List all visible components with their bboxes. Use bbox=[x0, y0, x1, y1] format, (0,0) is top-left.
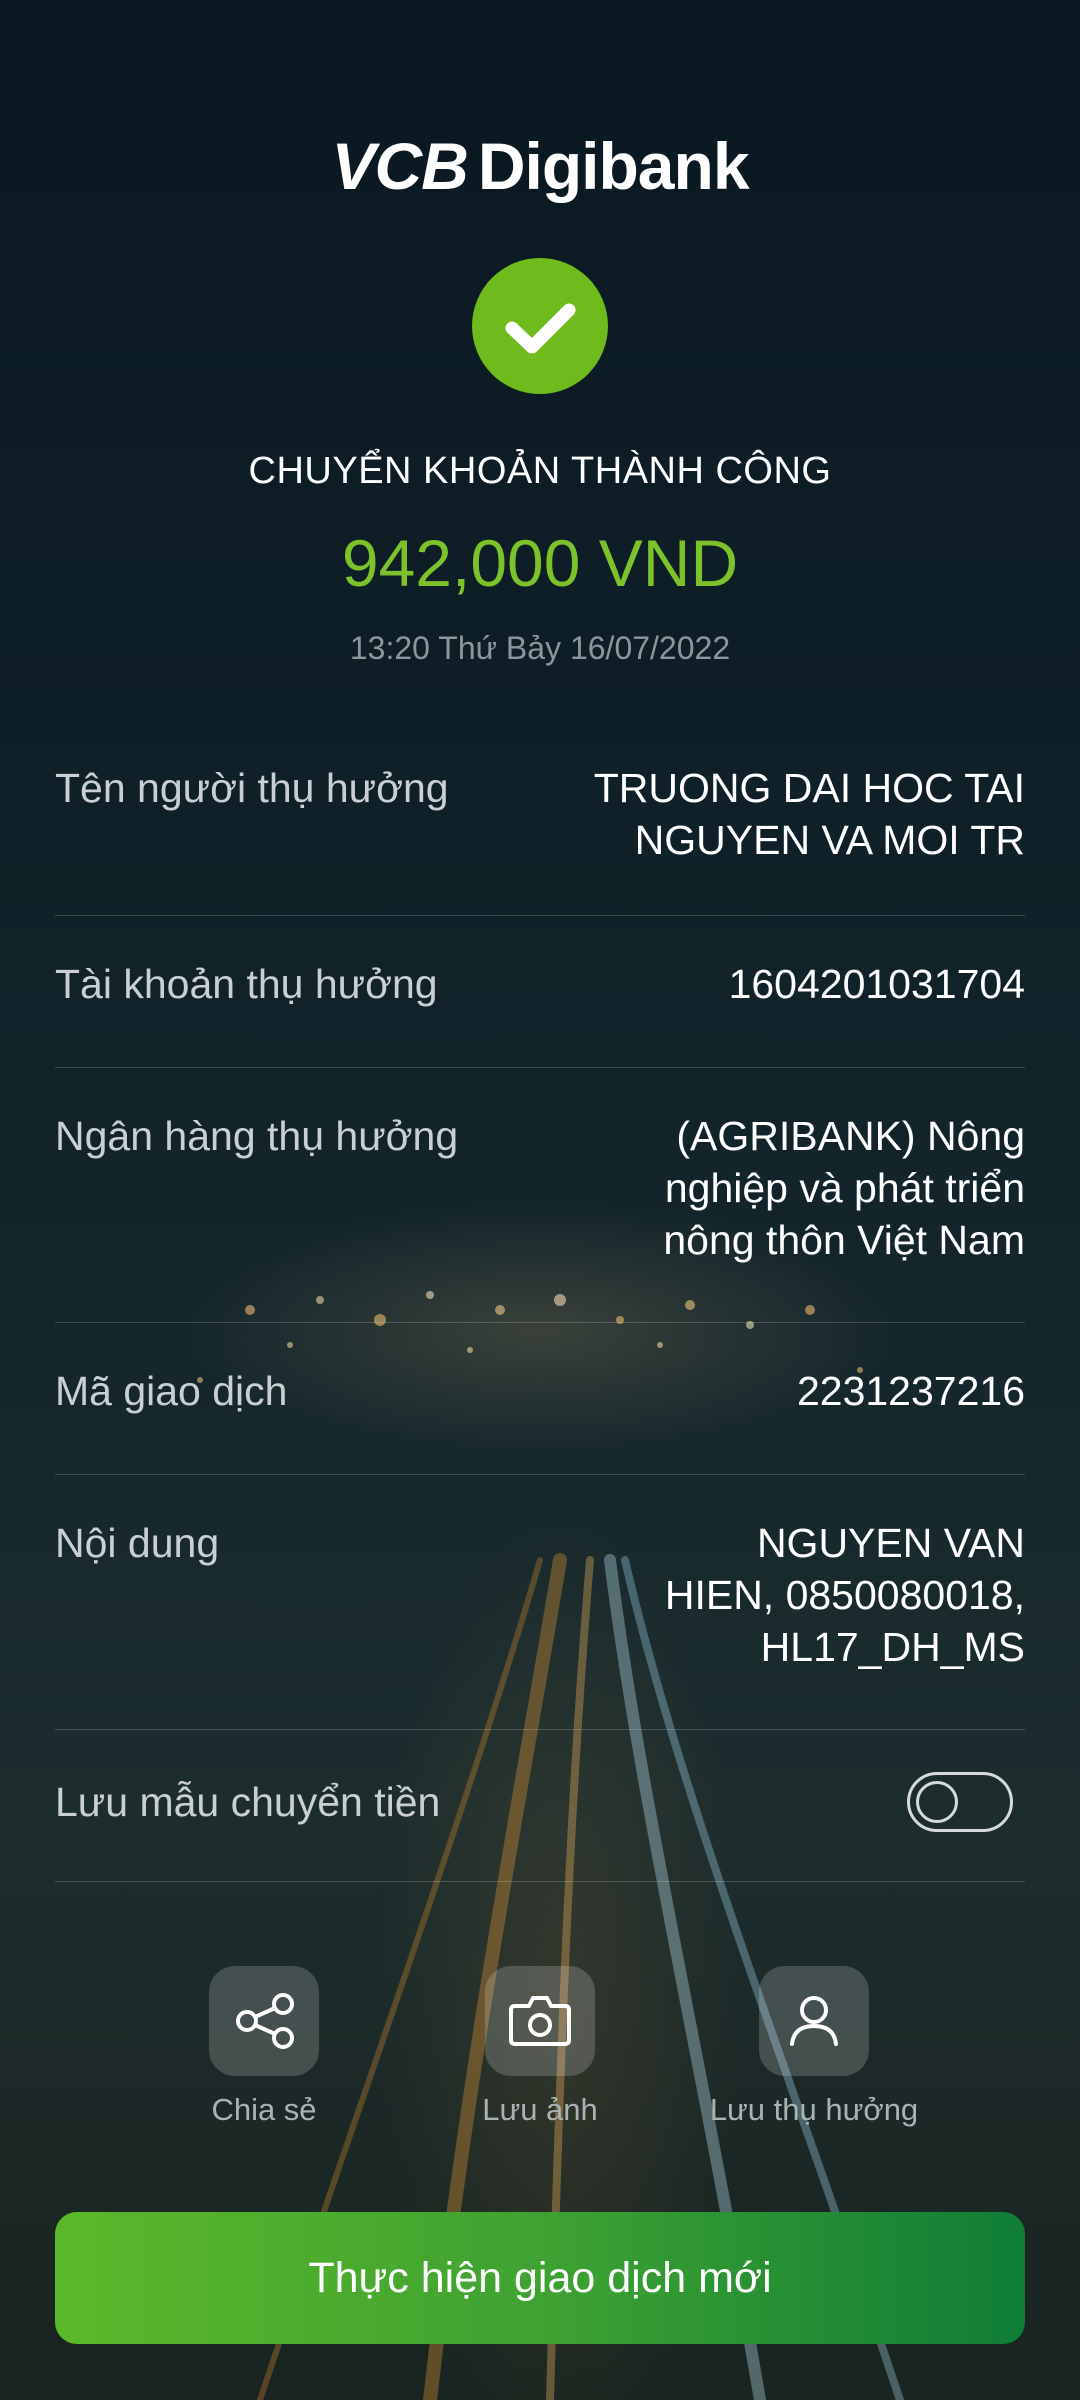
share-label: Chia sẻ bbox=[211, 2092, 317, 2127]
content-label: Nội dung bbox=[55, 1520, 220, 1566]
beneficiary-account-label: Tài khoản thụ hưởng bbox=[55, 961, 438, 1007]
status-title: CHUYỂN KHOẢN THÀNH CÔNG bbox=[248, 450, 832, 492]
detail-row-beneficiary-account: Tài khoản thụ hưởng 1604201031704 bbox=[55, 916, 1025, 1068]
user-icon bbox=[790, 1996, 838, 2046]
beneficiary-name-value: TRUONG DAI HOC TAI NGUYEN VA MOI TR bbox=[594, 762, 1025, 866]
beneficiary-name-line-1: TRUONG DAI HOC TAI bbox=[593, 765, 1025, 811]
detail-row-content: Nội dung NGUYEN VAN HIEN, 0850080018, HL… bbox=[55, 1475, 1025, 1730]
share-icon-box bbox=[209, 1966, 319, 2076]
logo-vcb-text: VCB bbox=[331, 129, 468, 203]
content-value: NGUYEN VAN HIEN, 0850080018, HL17_DH_MS bbox=[665, 1517, 1025, 1673]
transfer-amount: 942,000 VND bbox=[341, 526, 739, 600]
save-beneficiary-label: Lưu thụ hưởng bbox=[709, 2092, 919, 2127]
detail-row-beneficiary-bank: Ngân hàng thụ hưởng (AGRIBANK) Nông nghi… bbox=[55, 1068, 1025, 1323]
beneficiary-bank-line-3: nông thôn Việt Nam bbox=[663, 1217, 1025, 1263]
detail-row-save-template: Lưu mẫu chuyển tiền bbox=[55, 1730, 1025, 1882]
share-button[interactable]: Chia sẻ bbox=[134, 1966, 394, 2128]
transaction-code-label: Mã giao dịch bbox=[55, 1368, 288, 1414]
detail-row-transaction-code: Mã giao dịch 2231237216 bbox=[55, 1323, 1025, 1475]
save-template-toggle[interactable] bbox=[907, 1771, 1013, 1832]
check-icon bbox=[505, 303, 576, 354]
transfer-datetime: 13:20 Thứ Bảy 16/07/2022 bbox=[349, 630, 731, 666]
save-image-label: Lưu ảnh bbox=[482, 2092, 598, 2127]
action-bar: Chia sẻ Lưu ảnh Lưu thụ hưởng bbox=[0, 1966, 1080, 2146]
beneficiary-name-line-2: NGUYEN VA MOI TR bbox=[634, 817, 1025, 863]
save-template-label: Lưu mẫu chuyển tiền bbox=[55, 1778, 441, 1825]
save-image-button[interactable]: Lưu ảnh bbox=[410, 1966, 670, 2128]
toggle-knob bbox=[916, 1780, 958, 1823]
detail-row-beneficiary-name: Tên người thụ hưởng TRUONG DAI HOC TAI N… bbox=[55, 740, 1025, 916]
user-icon-box bbox=[759, 1966, 869, 2076]
success-check-badge bbox=[472, 258, 608, 394]
beneficiary-bank-label: Ngân hàng thụ hưởng bbox=[55, 1113, 459, 1159]
save-beneficiary-button[interactable]: Lưu thụ hưởng bbox=[684, 1966, 944, 2128]
beneficiary-bank-value: (AGRIBANK) Nông nghiệp và phát triển nôn… bbox=[663, 1110, 1025, 1266]
camera-icon bbox=[509, 1996, 571, 2046]
logo-digibank-text: Digibank bbox=[477, 129, 750, 203]
transaction-details: Tên người thụ hưởng TRUONG DAI HOC TAI N… bbox=[55, 740, 1025, 1882]
content-line-3: HL17_DH_MS bbox=[760, 1624, 1025, 1670]
beneficiary-account-value: 1604201031704 bbox=[728, 961, 1025, 1007]
share-icon bbox=[236, 1993, 294, 2049]
beneficiary-bank-line-1: (AGRIBANK) Nông bbox=[676, 1113, 1025, 1159]
beneficiary-bank-line-2: nghiệp và phát triển bbox=[664, 1165, 1025, 1211]
vcb-digibank-logo: VCB Digibank bbox=[0, 128, 1080, 204]
beneficiary-name-label: Tên người thụ hưởng bbox=[55, 765, 449, 811]
content-line-2: HIEN, 0850080018, bbox=[664, 1572, 1025, 1618]
camera-icon-box bbox=[485, 1966, 595, 2076]
transfer-success-screen: VCB Digibank CHUYỂN KHOẢN THÀNH CÔNG 942,… bbox=[0, 0, 1080, 2400]
content-line-1: NGUYEN VAN bbox=[756, 1520, 1025, 1566]
new-transaction-button[interactable]: Thực hiện giao dịch mới bbox=[55, 2212, 1025, 2344]
transaction-code-value: 2231237216 bbox=[796, 1368, 1025, 1414]
